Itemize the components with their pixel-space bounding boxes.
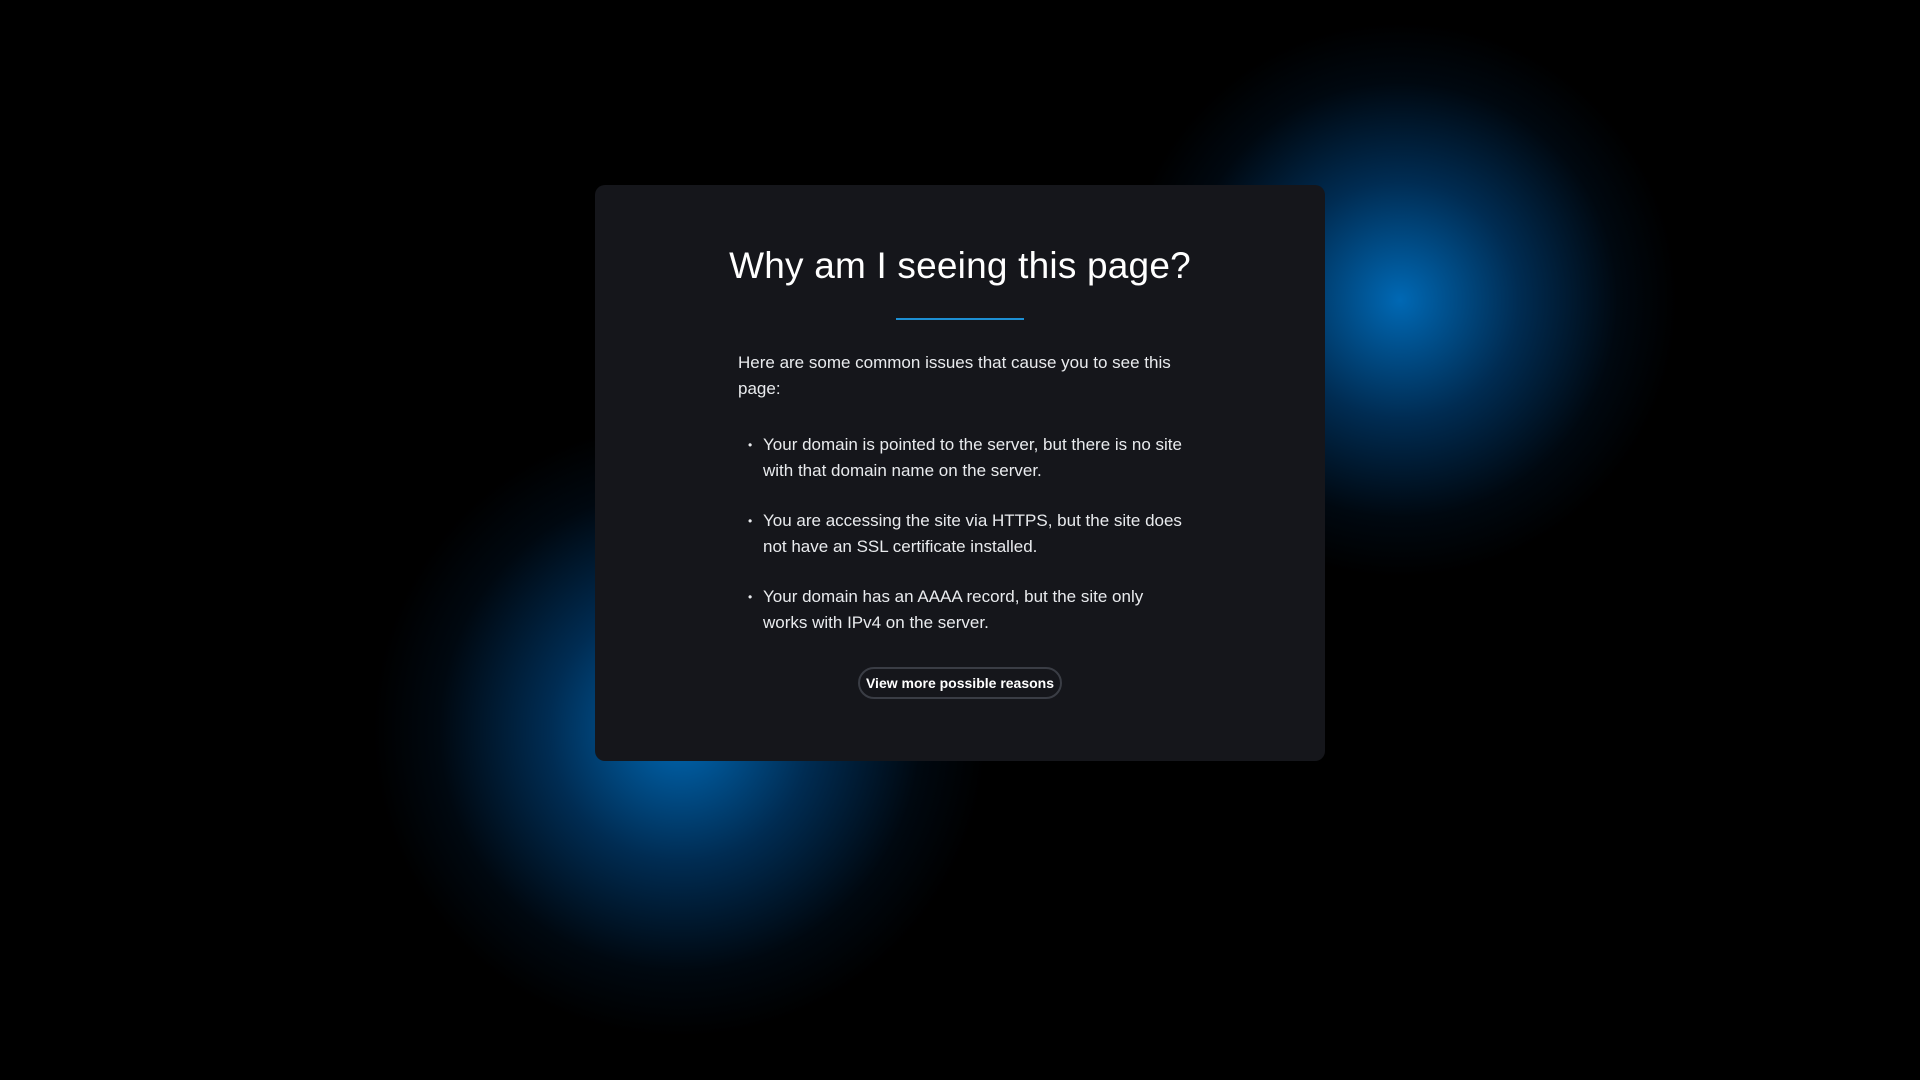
- reason-text: Your domain is pointed to the server, bu…: [763, 435, 1182, 480]
- bullet-icon: •: [748, 514, 753, 528]
- view-more-reasons-button[interactable]: View more possible reasons: [858, 667, 1062, 699]
- intro-text: Here are some common issues that cause y…: [738, 353, 1171, 398]
- bullet-icon: •: [748, 590, 753, 604]
- reason-text: Your domain has an AAAA record, but the …: [763, 587, 1144, 632]
- info-card: Why am I seeing this page? Here are some…: [595, 185, 1325, 761]
- title-divider: [896, 318, 1024, 320]
- page-title: Why am I seeing this page?: [729, 245, 1191, 286]
- list-item: • Your domain has an AAAA record, but th…: [738, 584, 1188, 636]
- reasons-list: • Your domain is pointed to the server, …: [738, 432, 1188, 636]
- list-item: • Your domain is pointed to the server, …: [738, 432, 1188, 484]
- card-content: Here are some common issues that cause y…: [738, 350, 1188, 660]
- page-background: Why am I seeing this page? Here are some…: [0, 0, 1920, 1080]
- reason-text: You are accessing the site via HTTPS, bu…: [763, 511, 1182, 556]
- list-item: • You are accessing the site via HTTPS, …: [738, 508, 1188, 560]
- bullet-icon: •: [748, 438, 753, 452]
